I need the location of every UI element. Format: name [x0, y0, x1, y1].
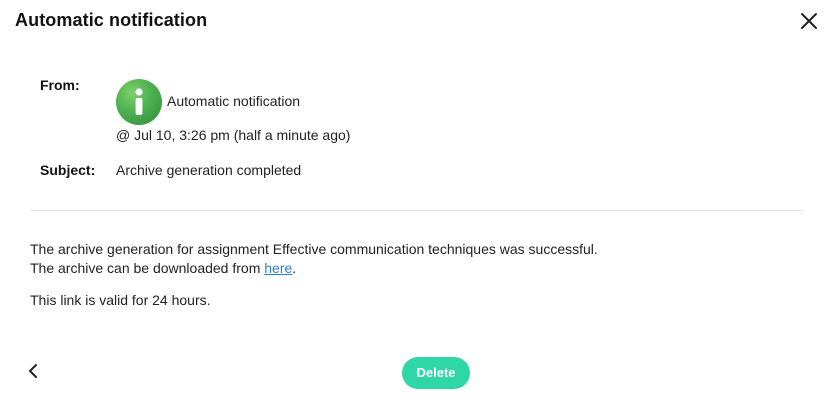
chevron-left-icon[interactable] [24, 361, 44, 381]
message-timestamp: @ Jul 10, 3:26 pm (half a minute ago) [116, 127, 351, 143]
body-line-archive-success: The archive generation for assignment Ef… [30, 241, 598, 257]
body-line-download: The archive can be downloaded from here. [30, 260, 296, 276]
delete-button[interactable]: Delete [402, 357, 470, 389]
divider [30, 210, 804, 211]
sender-name: Automatic notification [167, 93, 301, 109]
download-text: The archive can be downloaded from [30, 260, 265, 276]
info-icon [135, 88, 143, 115]
sender-avatar [116, 79, 162, 125]
notification-dialog: Automatic notification From: Automatic n… [0, 0, 835, 409]
subject-label: Subject: [40, 162, 96, 178]
close-icon[interactable] [798, 10, 820, 32]
download-link[interactable]: here [264, 260, 292, 276]
subject-value: Archive generation completed [116, 162, 302, 178]
from-label: From: [40, 77, 80, 93]
body-line-validity: This link is valid for 24 hours. [30, 292, 211, 308]
dialog-title: Automatic notification [15, 10, 208, 30]
download-text-suffix: . [292, 260, 297, 276]
